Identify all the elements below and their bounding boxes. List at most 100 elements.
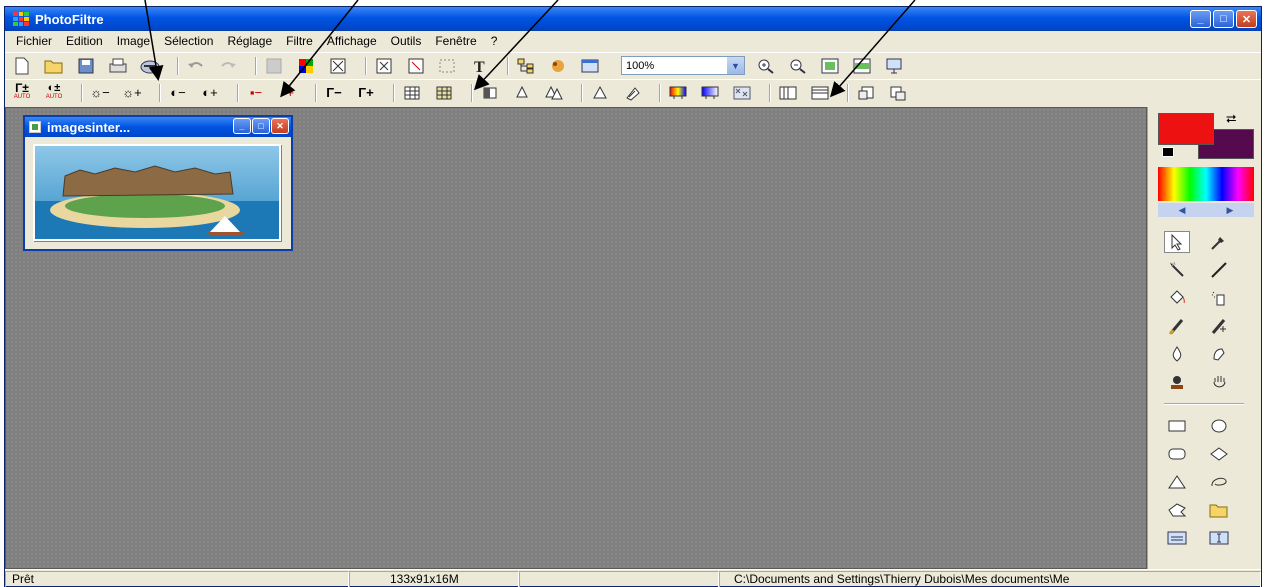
blur-tool-icon[interactable] xyxy=(1164,343,1190,365)
auto-level-button[interactable]: Γ± AUTO xyxy=(11,82,33,103)
menu-outils[interactable]: Outils xyxy=(384,34,429,48)
image-window[interactable]: imagesinter... _ □ ✕ xyxy=(23,115,293,251)
plugin-icon[interactable] xyxy=(547,56,569,76)
tree-icon[interactable] xyxy=(515,56,537,76)
menu-reglage[interactable]: Réglage xyxy=(220,34,279,48)
open-icon[interactable] xyxy=(43,56,65,76)
text-tool-icon[interactable]: T xyxy=(469,56,491,76)
undo-icon[interactable] xyxy=(185,56,207,76)
ellipse-shape-icon[interactable] xyxy=(1206,415,1232,437)
title-bar[interactable]: PhotoFiltre _ □ ✕ xyxy=(5,7,1261,31)
image-close-button[interactable]: ✕ xyxy=(271,118,289,134)
open-shape-icon[interactable] xyxy=(1206,499,1232,521)
hand-tool-icon[interactable] xyxy=(1206,371,1232,393)
text-options-icon[interactable] xyxy=(1206,527,1232,549)
chevron-down-icon[interactable]: ▼ xyxy=(727,57,744,74)
svg-text:T: T xyxy=(474,59,485,74)
fit-icon[interactable] xyxy=(819,56,841,76)
image-maximize-button[interactable]: □ xyxy=(252,118,270,134)
preview-icon[interactable] xyxy=(579,56,601,76)
zoom-out-frame-icon[interactable] xyxy=(405,56,427,76)
brightness-plus-button[interactable]: ☼+ xyxy=(121,83,143,103)
lasso-shape-icon[interactable] xyxy=(1206,471,1232,493)
redo-icon[interactable] xyxy=(217,56,239,76)
chevron-left-icon[interactable]: ◀ xyxy=(1179,205,1186,216)
contrast-plus-button[interactable]: ◐+ xyxy=(199,83,221,103)
brush-tool-icon[interactable] xyxy=(1164,315,1190,337)
grid-color-icon[interactable] xyxy=(433,83,455,103)
contrast-minus-button[interactable]: ◐− xyxy=(167,83,189,103)
magic-wand-tool-icon[interactable] xyxy=(1164,259,1190,281)
new-icon[interactable] xyxy=(11,56,33,76)
fill-icon[interactable] xyxy=(263,56,285,76)
mirror-icon[interactable] xyxy=(479,83,501,103)
saturation-minus-button[interactable]: ▪− xyxy=(245,83,267,103)
triangle-shape-icon[interactable] xyxy=(1164,471,1190,493)
gradient-mono-icon[interactable] xyxy=(699,83,721,103)
image-thumbnail[interactable] xyxy=(33,144,281,241)
gamma-minus-button[interactable]: Γ− xyxy=(323,83,345,103)
gradient-icon[interactable] xyxy=(667,83,689,103)
default-colors-icon[interactable] xyxy=(1162,147,1174,157)
menu-fenetre[interactable]: Fenêtre xyxy=(428,34,483,48)
swap-colors-icon[interactable]: ⮂ xyxy=(1226,111,1236,127)
triangle-icon[interactable] xyxy=(589,83,611,103)
gamma-plus-button[interactable]: Γ+ xyxy=(355,83,377,103)
menu-selection[interactable]: Sélection xyxy=(157,34,220,48)
drop-icon[interactable] xyxy=(511,83,533,103)
fit-width-icon[interactable] xyxy=(851,56,873,76)
print-icon[interactable] xyxy=(107,56,129,76)
chevron-right-icon[interactable]: ▶ xyxy=(1227,205,1234,216)
sharpen-icon[interactable] xyxy=(621,83,643,103)
foreground-color-swatch[interactable] xyxy=(1158,113,1214,145)
palette-icon[interactable] xyxy=(295,56,317,76)
texture-icon[interactable] xyxy=(731,83,753,103)
menu-edition[interactable]: Edition xyxy=(59,34,110,48)
stamp-tool-icon[interactable] xyxy=(1164,371,1190,393)
brightness-minus-button[interactable]: ☼− xyxy=(89,83,111,103)
menu-help[interactable]: ? xyxy=(484,34,505,48)
eyedropper-tool-icon[interactable] xyxy=(1206,231,1232,253)
spray-tool-icon[interactable] xyxy=(1206,287,1232,309)
fill-bucket-tool-icon[interactable] xyxy=(1164,287,1190,309)
menu-fichier[interactable]: Fichier xyxy=(9,34,59,48)
drop-double-icon[interactable] xyxy=(543,83,565,103)
fullscreen-icon[interactable] xyxy=(883,56,905,76)
scan-icon[interactable] xyxy=(139,56,161,76)
split-vertical-icon[interactable] xyxy=(777,83,799,103)
filter-icon[interactable] xyxy=(327,56,349,76)
auto-contrast-button[interactable]: ◐± AUTO xyxy=(43,82,65,103)
rotate-icon[interactable] xyxy=(855,83,877,103)
smudge-tool-icon[interactable] xyxy=(1206,343,1232,365)
pointer-tool-icon[interactable] xyxy=(1164,231,1190,253)
rounded-rect-shape-icon[interactable] xyxy=(1164,443,1190,465)
status-text: Prêt xyxy=(5,570,349,587)
split-horizontal-icon[interactable] xyxy=(809,83,831,103)
polygon-shape-icon[interactable] xyxy=(1164,499,1190,521)
saturation-plus-button[interactable]: ▪+ xyxy=(277,83,299,103)
line-tool-icon[interactable] xyxy=(1206,259,1232,281)
zoom-in-icon[interactable] xyxy=(755,56,777,76)
toolbar-separator xyxy=(177,56,179,75)
color-spectrum[interactable] xyxy=(1158,167,1254,201)
menu-affichage[interactable]: Affichage xyxy=(320,34,384,48)
zoom-in-frame-icon[interactable] xyxy=(373,56,395,76)
menu-filtre[interactable]: Filtre xyxy=(279,34,320,48)
save-icon[interactable] xyxy=(75,56,97,76)
maximize-button[interactable]: □ xyxy=(1213,10,1234,28)
menu-image[interactable]: Image xyxy=(110,34,157,48)
selection-options-icon[interactable] xyxy=(1164,527,1190,549)
image-window-title-bar[interactable]: imagesinter... _ □ ✕ xyxy=(25,117,291,137)
grid-icon[interactable] xyxy=(401,83,423,103)
selection-icon[interactable] xyxy=(437,56,459,76)
image-minimize-button[interactable]: _ xyxy=(233,118,251,134)
advanced-brush-tool-icon[interactable] xyxy=(1206,315,1232,337)
spectrum-scroll[interactable]: ◀ ▶ xyxy=(1158,203,1254,217)
resize-icon[interactable] xyxy=(887,83,909,103)
zoom-out-icon[interactable] xyxy=(787,56,809,76)
diamond-shape-icon[interactable] xyxy=(1206,443,1232,465)
close-button[interactable]: ✕ xyxy=(1236,10,1257,28)
rectangle-shape-icon[interactable] xyxy=(1164,415,1190,437)
minimize-button[interactable]: _ xyxy=(1190,10,1211,28)
zoom-select[interactable]: 100% ▼ xyxy=(621,56,745,75)
